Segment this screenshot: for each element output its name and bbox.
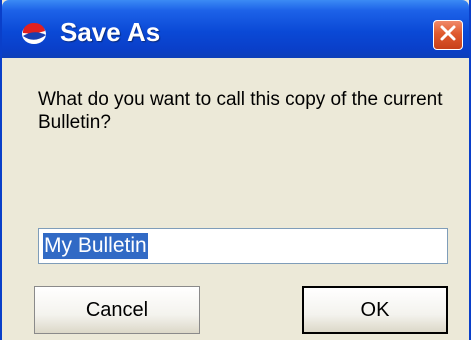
prompt-text: What do you want to call this copy of th… — [38, 89, 443, 133]
window-title: Save As — [60, 17, 161, 47]
close-icon — [439, 24, 457, 47]
bulletin-name-input[interactable]: My Bulletin — [38, 228, 448, 264]
cancel-button[interactable]: Cancel — [34, 286, 200, 334]
bulletin-name-value: My Bulletin — [43, 233, 148, 259]
app-logo-icon — [20, 22, 48, 46]
save-as-dialog: Save As What do you want to call this co… — [0, 0, 471, 340]
title-bar[interactable]: Save As — [2, 0, 469, 58]
ok-button[interactable]: OK — [302, 286, 448, 334]
close-button[interactable] — [433, 20, 463, 50]
